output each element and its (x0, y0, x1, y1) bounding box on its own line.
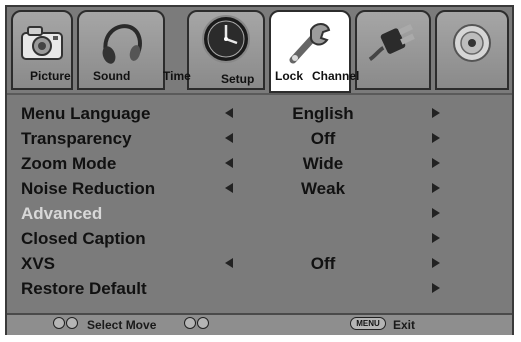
down-button-icon (66, 317, 78, 329)
restore-default-label: Restore Default (21, 279, 147, 298)
menu-row-closed-caption[interactable]: Closed Caption (13, 228, 503, 250)
left-arrow-icon[interactable] (224, 132, 234, 144)
noise-reduction-value: Weak (300, 179, 346, 198)
menu-row-advanced: Advanced (13, 203, 503, 225)
right-arrow-icon[interactable] (431, 107, 441, 119)
tab-channel[interactable]: Channel (312, 10, 509, 90)
right-arrow-icon[interactable] (431, 132, 441, 144)
tab-picture[interactable]: Picture (11, 10, 73, 90)
transparency-value: Off (310, 129, 336, 148)
exit-hint[interactable]: Exit (393, 318, 415, 332)
menu-language-label: Menu Language (21, 104, 151, 123)
right-arrow-icon[interactable] (431, 182, 441, 194)
xvs-value: Off (310, 254, 336, 273)
right-arrow-icon[interactable] (431, 282, 441, 294)
tab-label-channel: Channel (312, 69, 360, 83)
left-arrow-icon[interactable] (224, 157, 234, 169)
tv-osd-screen: Picture Sound Time Setup Lock Channel Me… (0, 0, 521, 342)
tab-sound[interactable]: Sound (77, 10, 165, 90)
zoom-mode-value: Wide (302, 154, 344, 173)
footer-hint-bar: Select Move MENU Exit (7, 313, 512, 335)
zoom-mode-label: Zoom Mode (21, 154, 117, 173)
closed-caption-label: Closed Caption (21, 229, 146, 248)
left-arrow-icon[interactable] (224, 182, 234, 194)
menu-language-value: English (292, 104, 354, 123)
transparency-label: Transparency (21, 129, 132, 148)
tab-label-picture: Picture (30, 69, 71, 83)
xvs-label: XVS (21, 254, 56, 273)
right-arrow-icon[interactable] (431, 157, 441, 169)
camera-icon (15, 18, 69, 68)
tab-label-sound: Sound (93, 69, 131, 83)
satellite-dish-icon (445, 18, 499, 68)
menu-row-menu-language[interactable]: Menu Language English (13, 103, 503, 125)
right-button-icon (197, 317, 209, 329)
right-arrow-icon[interactable] (431, 257, 441, 269)
menu-row-xvs[interactable]: XVS Off (13, 253, 503, 275)
right-arrow-icon (432, 208, 440, 218)
advanced-label: Advanced (21, 204, 103, 223)
right-arrow-icon[interactable] (431, 232, 441, 244)
noise-reduction-label: Noise Reduction (21, 179, 156, 198)
menu-row-transparency[interactable]: Transparency Off (13, 128, 503, 150)
left-button-icon (184, 317, 196, 329)
menu-key-icon: MENU (350, 317, 386, 330)
select-move-hint: Select Move (87, 318, 157, 332)
clock-icon (199, 14, 253, 64)
up-button-icon (53, 317, 65, 329)
plug-icon (366, 18, 420, 68)
menu-row-zoom-mode[interactable]: Zoom Mode Wide (13, 153, 503, 175)
wrench-icon (283, 18, 337, 68)
menu-row-noise-reduction[interactable]: Noise Reduction Weak (13, 178, 503, 200)
menu-row-restore-default[interactable]: Restore Default (13, 278, 503, 300)
left-arrow-icon[interactable] (224, 107, 234, 119)
headphones-icon (94, 18, 148, 68)
tab-bar: Picture Sound Time Setup Lock Channel (7, 7, 512, 95)
left-arrow-icon[interactable] (224, 257, 234, 269)
